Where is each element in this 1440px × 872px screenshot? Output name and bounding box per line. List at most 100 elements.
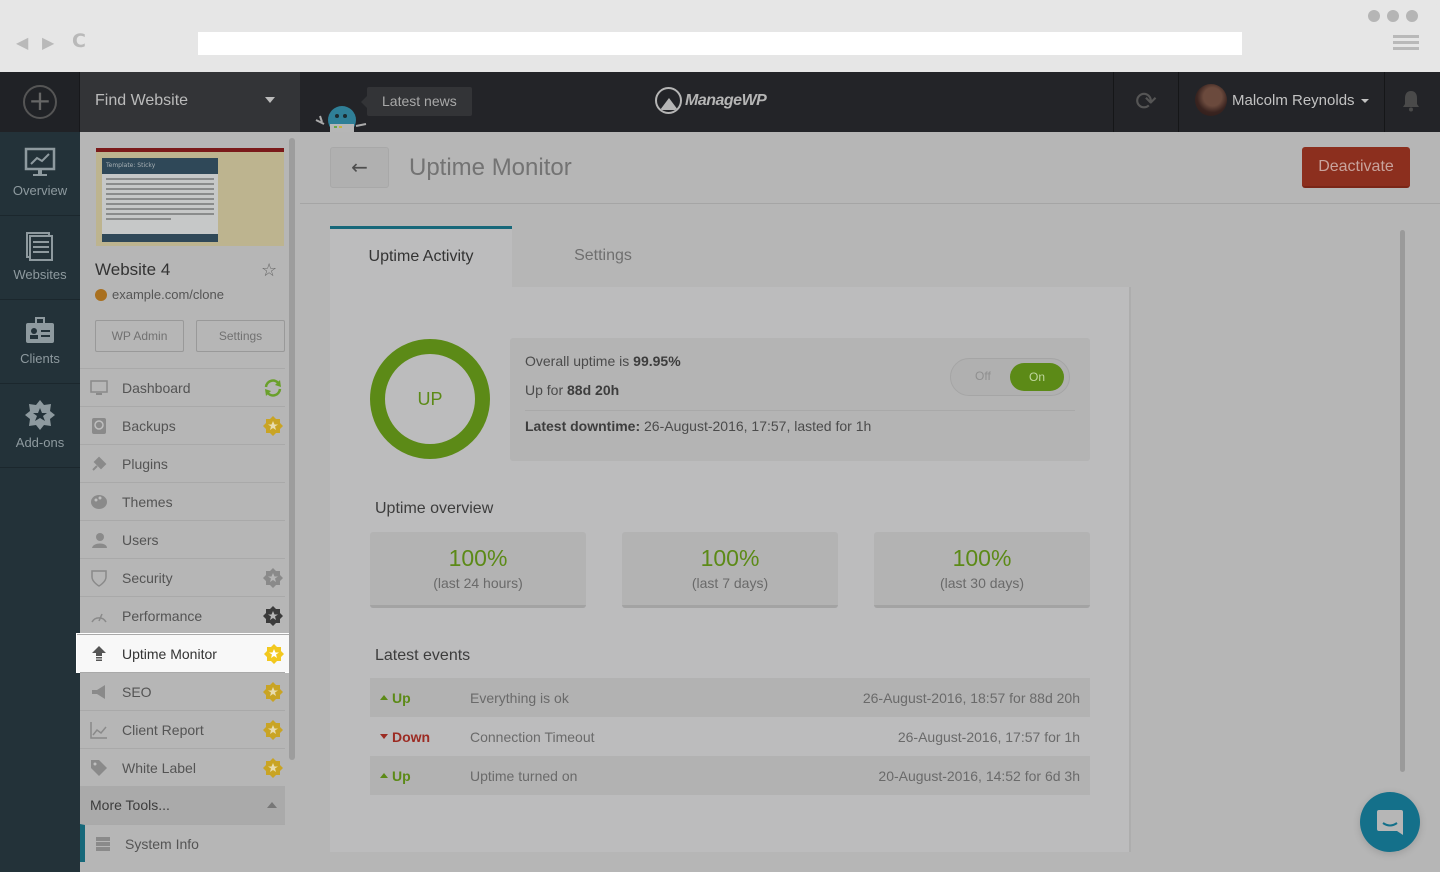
uptime-toggle[interactable]: Off On: [950, 358, 1070, 396]
plug-icon: [92, 456, 107, 471]
url-bar[interactable]: [198, 32, 1242, 55]
brand-name: ManageWP: [685, 91, 767, 109]
latest-news-tooltip[interactable]: Latest news: [361, 87, 472, 116]
overall-uptime: Overall uptime is 99.95%: [525, 353, 681, 369]
menu-item-label: Client Report: [122, 721, 204, 738]
menu-item-system-info[interactable]: System Info: [80, 824, 285, 862]
up-for-value: 88d 20h: [567, 382, 620, 398]
caret-down-icon: [1361, 99, 1369, 103]
palette-icon: [91, 494, 107, 509]
window-dot: [1387, 10, 1399, 22]
browser-chrome: ◀ ▶ C: [0, 0, 1440, 72]
sync-button[interactable]: ⟳: [1113, 72, 1179, 132]
site-settings-button[interactable]: Settings: [196, 320, 285, 352]
wp-admin-button[interactable]: WP Admin: [95, 320, 184, 352]
reload-icon[interactable]: C: [72, 31, 86, 51]
latest-events-title: Latest events: [375, 647, 471, 664]
megaphone-icon: [92, 684, 105, 699]
avatar: [1195, 84, 1227, 116]
user-menu[interactable]: Malcolm Reynolds: [1180, 72, 1385, 132]
sidebar-item-clients[interactable]: Clients: [0, 300, 80, 384]
more-tools-toggle[interactable]: More Tools...: [80, 786, 285, 824]
tab-settings[interactable]: Settings: [512, 226, 694, 288]
menu-item-label: Security: [122, 569, 173, 586]
menu-item-white-label[interactable]: White Label: [80, 748, 285, 786]
managewp-logo[interactable]: ManageWP: [655, 87, 767, 114]
page-title: Uptime Monitor: [409, 154, 572, 181]
divider: [525, 410, 1075, 411]
caret-up-icon: [267, 802, 277, 808]
menu-item-security[interactable]: Security: [80, 558, 285, 596]
sidebar-item-addons[interactable]: Add-ons: [0, 384, 80, 468]
premium-badge-icon: [263, 416, 283, 436]
panel-scrollbar[interactable]: [289, 138, 295, 760]
page-header: ← Uptime Monitor Deactivate: [300, 132, 1440, 204]
addons-icon: [25, 400, 55, 430]
caret-down-icon: [265, 97, 275, 103]
triangle-down-icon: [380, 734, 388, 739]
stat-label: (last 24 hours): [433, 575, 523, 591]
events-list: Up Everything is ok 26-August-2016, 18:5…: [370, 678, 1090, 795]
sidebar-item-overview[interactable]: Overview: [0, 132, 80, 216]
browser-menu-icon[interactable]: [1393, 35, 1419, 53]
back-arrow-icon[interactable]: ◀: [16, 33, 28, 53]
menu-item-backups[interactable]: Backups: [80, 406, 285, 444]
menu-item-uptime-monitor[interactable]: Uptime Monitor: [77, 634, 292, 672]
forward-arrow-icon[interactable]: ▶: [42, 33, 54, 53]
triangle-up-icon: [380, 773, 388, 778]
backup-icon: [92, 417, 106, 434]
stat-label: (last 30 days): [939, 575, 1025, 591]
event-status-down: Down: [370, 729, 470, 745]
event-message: Connection Timeout: [470, 728, 595, 745]
thumbnail-card: Template: Sticky: [102, 158, 218, 242]
triangle-up-icon: [380, 695, 388, 700]
website-url[interactable]: example.com/clone: [95, 287, 224, 302]
globe-icon: [95, 288, 107, 301]
window-dot: [1368, 10, 1380, 22]
back-button[interactable]: ←: [330, 147, 389, 188]
menu-item-client-report[interactable]: Client Report: [80, 710, 285, 748]
find-website-dropdown[interactable]: Find Website: [80, 72, 300, 132]
user-name: Malcolm Reynolds: [1232, 92, 1355, 109]
menu-item-themes[interactable]: Themes: [80, 482, 285, 520]
overview-icon: [24, 147, 56, 176]
menu-item-label: Uptime Monitor: [122, 645, 217, 662]
menu-item-label: SEO: [122, 683, 152, 700]
gauge-icon: [91, 613, 107, 622]
users-icon: [92, 532, 107, 548]
chat-button[interactable]: [1360, 792, 1420, 852]
menu-item-plugins[interactable]: Plugins: [80, 444, 285, 482]
website-thumbnail[interactable]: Template: Sticky: [96, 148, 284, 246]
sidebar-item-websites[interactable]: Websites: [0, 216, 80, 300]
thumbnail-footer: [102, 234, 218, 242]
favorite-star-icon[interactable]: ☆: [261, 260, 277, 281]
window-dot: [1406, 10, 1418, 22]
menu-item-performance[interactable]: Performance: [80, 596, 285, 634]
menu-item-users[interactable]: Users: [80, 520, 285, 558]
main-content: ← Uptime Monitor Deactivate Uptime Activ…: [300, 132, 1440, 872]
premium-badge-icon: [264, 644, 284, 664]
add-website-button[interactable]: +: [0, 72, 80, 132]
latest-downtime: Latest downtime: 26-August-2016, 17:57, …: [525, 418, 871, 434]
toggle-off-label[interactable]: Off: [975, 369, 991, 383]
deactivate-button[interactable]: Deactivate: [1302, 147, 1410, 188]
stat-value: 100%: [700, 545, 760, 571]
premium-badge-icon: [263, 682, 283, 702]
website-url-text: example.com/clone: [112, 287, 224, 302]
server-icon: [96, 836, 110, 851]
event-row: Up Uptime turned on 20-August-2016, 14:5…: [370, 756, 1090, 795]
toggle-on-label[interactable]: On: [1010, 363, 1064, 391]
event-status-up: Up: [370, 768, 470, 784]
stat-label: (last 7 days): [691, 575, 769, 591]
uptime-overview-title: Uptime overview: [375, 500, 494, 517]
bell-icon[interactable]: [1402, 90, 1420, 112]
menu-item-label: Backups: [122, 417, 176, 434]
main-scrollbar[interactable]: [1400, 230, 1405, 772]
menu-item-seo[interactable]: SEO: [80, 672, 285, 710]
top-bar: + Find Website Latest news ManageWP ⟳ Ma…: [0, 72, 1440, 132]
find-website-label: Find Website: [95, 92, 189, 109]
tab-uptime-activity[interactable]: Uptime Activity: [330, 226, 512, 288]
overall-uptime-label: Overall uptime is: [525, 353, 634, 369]
menu-item-dashboard[interactable]: Dashboard: [80, 368, 285, 406]
premium-badge-icon: [263, 606, 283, 626]
